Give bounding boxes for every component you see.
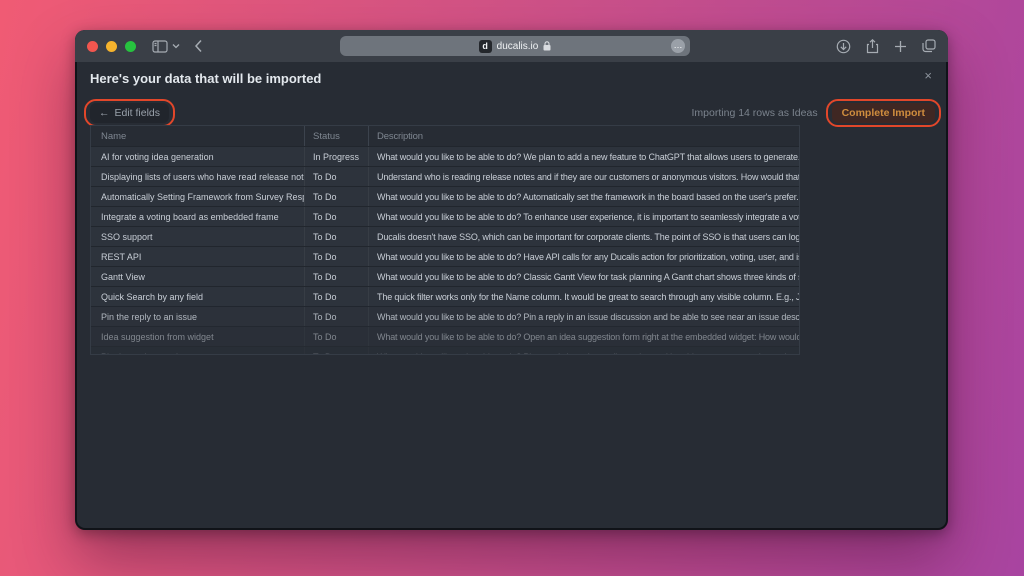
table-row: Integrate a voting board as embedded fra…: [91, 206, 799, 226]
table-row: Automatically Setting Framework from Sur…: [91, 186, 799, 206]
cell-status: To Do: [304, 167, 368, 186]
traffic-lights: [87, 41, 136, 52]
cell-desc: What would you like to be able to do? Op…: [368, 327, 799, 346]
window-minimize-button[interactable]: [106, 41, 117, 52]
window-close-button[interactable]: [87, 41, 98, 52]
sidebar-toggle-icon[interactable]: [152, 40, 168, 53]
cell-name: Displaying lists of users who have read …: [91, 167, 304, 186]
browser-toolbar: d ducalis.io …: [75, 30, 948, 62]
cell-status: To Do: [304, 307, 368, 326]
table-row: AI for voting idea generationIn Progress…: [91, 146, 799, 166]
back-button[interactable]: [194, 39, 203, 53]
cell-desc: Ducalis doesn't have SSO, which can be i…: [368, 227, 799, 246]
cell-name: Automatically Setting Framework from Sur…: [91, 187, 304, 206]
cell-name: Idea suggestion from widget: [91, 327, 304, 346]
cell-status: To Do: [304, 267, 368, 286]
table-row: Pin the reply to an issueTo DoWhat would…: [91, 346, 799, 355]
cell-status: To Do: [304, 247, 368, 266]
back-arrow-icon: ←: [99, 107, 110, 119]
cell-desc: What would you like to be able to do? Au…: [368, 187, 799, 206]
cell-desc: What would you like to be able to do? To…: [368, 207, 799, 226]
cell-status: To Do: [304, 347, 368, 355]
table-row: SSO supportTo DoDucalis doesn't have SSO…: [91, 226, 799, 246]
table-header: Name Status Description: [91, 126, 799, 146]
table-body: AI for voting idea generationIn Progress…: [91, 146, 799, 355]
site-favicon: d: [479, 40, 492, 53]
desktop: { "browser": { "url": "ducalis.io", "fav…: [0, 0, 1024, 576]
action-bar: ← Edit fields Importing 14 rows as Ideas…: [90, 101, 935, 125]
share-icon[interactable]: [866, 39, 879, 54]
column-header-description: Description: [368, 126, 799, 146]
cell-desc: Understand who is reading release notes …: [368, 167, 799, 186]
table-row: Quick Search by any fieldTo DoThe quick …: [91, 286, 799, 306]
table-row: Idea suggestion from widgetTo DoWhat wou…: [91, 326, 799, 346]
import-table: Name Status Description AI for voting id…: [90, 125, 800, 355]
cell-name: Quick Search by any field: [91, 287, 304, 306]
cell-name: REST API: [91, 247, 304, 266]
address-bar[interactable]: d ducalis.io …: [340, 36, 690, 56]
cell-name: SSO support: [91, 227, 304, 246]
cell-status: To Do: [304, 287, 368, 306]
close-icon[interactable]: ×: [924, 69, 932, 82]
table-row: Displaying lists of users who have read …: [91, 166, 799, 186]
cell-status: In Progress: [304, 147, 368, 166]
cell-status: To Do: [304, 187, 368, 206]
column-header-name: Name: [91, 126, 304, 146]
downloads-icon[interactable]: [836, 39, 851, 54]
column-header-status: Status: [304, 126, 368, 146]
browser-window: d ducalis.io …: [75, 30, 948, 530]
cell-name: Integrate a voting board as embedded fra…: [91, 207, 304, 226]
table-row: Pin the reply to an issueTo DoWhat would…: [91, 306, 799, 326]
cell-desc: The quick filter works only for the Name…: [368, 287, 799, 306]
lock-icon: [543, 41, 551, 51]
cell-name: Gantt View: [91, 267, 304, 286]
cell-status: To Do: [304, 207, 368, 226]
cell-name: AI for voting idea generation: [91, 147, 304, 166]
edit-fields-label: Edit fields: [115, 107, 161, 119]
cell-desc: What would you like to be able to do? We…: [368, 147, 799, 166]
extension-badge-icon[interactable]: …: [671, 39, 685, 53]
table-row: REST APITo DoWhat would you like to be a…: [91, 246, 799, 266]
window-zoom-button[interactable]: [125, 41, 136, 52]
table-row: Gantt ViewTo DoWhat would you like to be…: [91, 266, 799, 286]
chevron-down-icon[interactable]: [172, 43, 180, 49]
cell-status: To Do: [304, 327, 368, 346]
new-tab-icon[interactable]: [894, 40, 907, 53]
complete-import-button[interactable]: Complete Import: [832, 103, 935, 123]
cell-desc: What would you like to be able to do? Pi…: [368, 307, 799, 326]
cell-desc: What would you like to be able to do? Ha…: [368, 247, 799, 266]
edit-fields-button[interactable]: ← Edit fields: [90, 103, 169, 123]
page-title: Here's your data that will be imported: [90, 71, 321, 86]
url-text: ducalis.io: [497, 41, 539, 52]
cell-name: Pin the reply to an issue: [91, 307, 304, 326]
cell-name: Pin the reply to an issue: [91, 347, 304, 355]
cell-status: To Do: [304, 227, 368, 246]
cell-desc: What would you like to be able to do? Cl…: [368, 267, 799, 286]
tab-overview-icon[interactable]: [922, 39, 936, 53]
cell-desc: What would you like to be able to do? Pi…: [368, 347, 799, 355]
import-preview-page: Here's your data that will be imported ×…: [77, 62, 946, 528]
importing-note: Importing 14 rows as Ideas: [692, 107, 818, 119]
